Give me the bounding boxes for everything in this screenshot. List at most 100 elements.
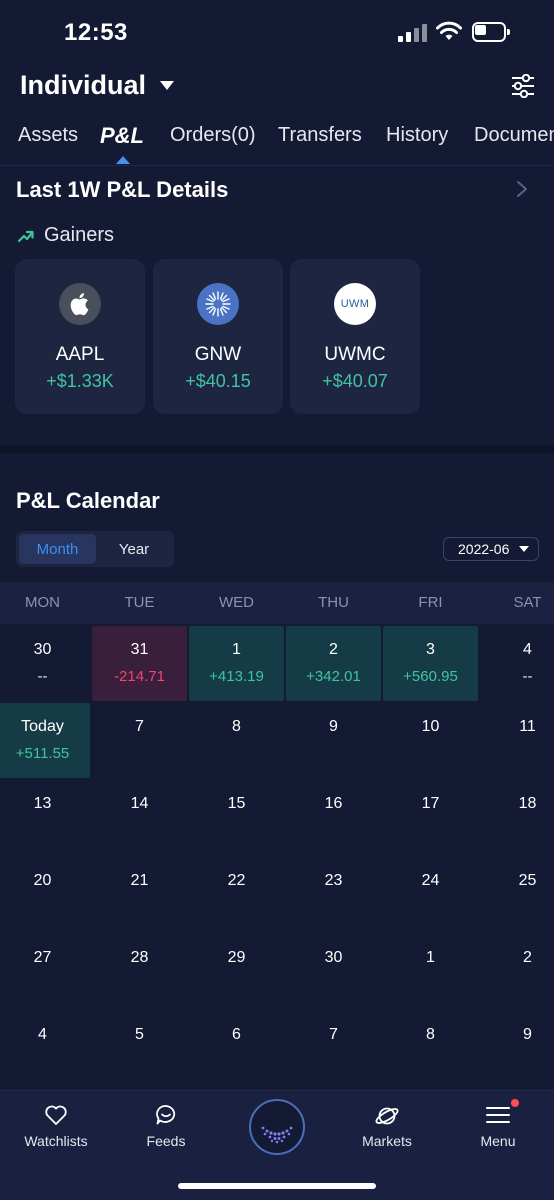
- tab-divider: [0, 165, 554, 166]
- gainer-card-gnw[interactable]: GNW +$40.15: [153, 259, 283, 414]
- gainer-card-uwmc[interactable]: UWM UWMC +$40.07: [290, 259, 420, 414]
- notification-dot: [511, 1099, 519, 1107]
- nav-menu[interactable]: Menu: [468, 1091, 528, 1161]
- calendar-day-number: 9: [523, 1026, 532, 1043]
- gainer-card-aapl[interactable]: AAPL +$1.33K: [15, 259, 145, 414]
- caret-down-icon: [160, 81, 175, 90]
- gainer-ticker: GNW: [194, 344, 242, 365]
- calendar-day-number: Today: [21, 718, 64, 735]
- tab-orders[interactable]: Orders(0): [170, 124, 256, 147]
- calendar-day-cell[interactable]: 2: [480, 934, 554, 1009]
- calendar-day-cell[interactable]: 30 --: [0, 626, 90, 701]
- calendar-day-cell[interactable]: 5: [92, 1011, 187, 1086]
- calendar-day-number: 21: [130, 872, 149, 889]
- weekday-header-row: MON TUE WED THU FRI SAT: [0, 582, 554, 624]
- account-selector[interactable]: Individual: [20, 70, 175, 101]
- calendar-day-cell[interactable]: 7: [286, 1011, 381, 1086]
- calendar-day-number: 4: [523, 641, 532, 658]
- calendar-day-cell[interactable]: 11: [480, 703, 554, 778]
- gainer-ticker: UWMC: [324, 344, 386, 365]
- calendar-day-cell[interactable]: 1 +413.19: [189, 626, 284, 701]
- home-orb-icon[interactable]: [249, 1099, 305, 1155]
- year-view-button[interactable]: Year: [96, 534, 172, 564]
- calendar-day-pnl: --: [37, 668, 48, 685]
- calendar-day-cell[interactable]: 8: [383, 1011, 478, 1086]
- home-indicator: [178, 1183, 376, 1189]
- calendar-day-cell[interactable]: 9: [480, 1011, 554, 1086]
- calendar-day-cell[interactable]: 9: [286, 703, 381, 778]
- weekday-label: THU: [318, 594, 349, 611]
- calendar-day-cell[interactable]: 8: [189, 703, 284, 778]
- month-view-button[interactable]: Month: [19, 534, 96, 564]
- calendar-day-cell[interactable]: 7: [92, 703, 187, 778]
- calendar-day-number: 16: [324, 795, 343, 812]
- tab-documents[interactable]: Documents: [474, 124, 554, 147]
- calendar-day-cell[interactable]: 10: [383, 703, 478, 778]
- nav-watchlists[interactable]: Watchlists: [15, 1091, 97, 1161]
- calendar-day-number: 7: [329, 1026, 338, 1043]
- calendar-day-cell[interactable]: 24: [383, 857, 478, 932]
- calendar-day-number: 28: [130, 949, 149, 966]
- tab-pnl[interactable]: P&L: [100, 124, 144, 149]
- calendar-day-cell[interactable]: 13: [0, 780, 90, 855]
- calendar-day-number: 17: [421, 795, 440, 812]
- calendar-day-number: 30: [33, 641, 52, 658]
- calendar-day-cell[interactable]: 18: [480, 780, 554, 855]
- calendar-day-number: 13: [33, 795, 52, 812]
- gainer-pnl: +$40.07: [322, 371, 388, 391]
- calendar-day-cell[interactable]: 2 +342.01: [286, 626, 381, 701]
- calendar-day-cell[interactable]: 28: [92, 934, 187, 1009]
- calendar-day-cell[interactable]: 6: [189, 1011, 284, 1086]
- calendar-day-cell[interactable]: 20: [0, 857, 90, 932]
- account-name: Individual: [20, 70, 147, 100]
- calendar-day-cell[interactable]: 29: [189, 934, 284, 1009]
- calendar-day-cell[interactable]: 31 -214.71: [92, 626, 187, 701]
- calendar-day-number: 8: [232, 718, 241, 735]
- pnl-details-title[interactable]: Last 1W P&L Details: [16, 177, 228, 203]
- calendar-day-cell[interactable]: 1: [383, 934, 478, 1009]
- calendar-day-cell[interactable]: 17: [383, 780, 478, 855]
- calendar-day-cell[interactable]: 21: [92, 857, 187, 932]
- calendar-day-cell[interactable]: 25: [480, 857, 554, 932]
- calendar-day-pnl: +560.95: [403, 668, 458, 685]
- calendar-day-number: 18: [518, 795, 537, 812]
- calendar-day-number: 3: [426, 641, 435, 658]
- active-tab-indicator: [116, 156, 130, 164]
- weekday-label: MON: [25, 594, 60, 611]
- calendar-day-cell[interactable]: 30: [286, 934, 381, 1009]
- calendar-day-cell[interactable]: 16: [286, 780, 381, 855]
- nav-label: Feeds: [146, 1133, 186, 1149]
- calendar-day-number: 5: [135, 1026, 144, 1043]
- nav-markets[interactable]: Markets: [352, 1091, 422, 1161]
- filter-sliders-icon[interactable]: [510, 74, 536, 98]
- genworth-logo-icon: [197, 283, 239, 325]
- calendar-day-number: 1: [426, 949, 435, 966]
- nav-feeds[interactable]: Feeds: [130, 1091, 202, 1161]
- planet-icon: [375, 1107, 399, 1125]
- calendar-day-number: 31: [130, 641, 149, 658]
- tab-assets[interactable]: Assets: [18, 124, 78, 147]
- calendar-day-number: 14: [130, 795, 149, 812]
- calendar-day-cell[interactable]: 3 +560.95: [383, 626, 478, 701]
- calendar-day-cell[interactable]: 4: [0, 1011, 90, 1086]
- calendar-day-cell[interactable]: 4 --: [480, 626, 554, 701]
- calendar-day-cell[interactable]: 15: [189, 780, 284, 855]
- calendar-day-cell[interactable]: 22: [189, 857, 284, 932]
- tab-history[interactable]: History: [386, 124, 448, 147]
- pnl-calendar-title: P&L Calendar: [16, 488, 160, 513]
- gainer-pnl: +$40.15: [185, 371, 251, 391]
- tab-transfers[interactable]: Transfers: [278, 124, 362, 147]
- month-select[interactable]: 2022-06: [443, 537, 539, 561]
- calendar-day-cell[interactable]: 27: [0, 934, 90, 1009]
- calendar-day-number: 15: [227, 795, 246, 812]
- calendar-day-number: 1: [232, 641, 241, 658]
- trend-up-icon: [18, 230, 34, 242]
- chevron-right-icon[interactable]: [516, 180, 528, 198]
- calendar-day-number: 24: [421, 872, 440, 889]
- heart-icon: [45, 1105, 67, 1125]
- calendar-day-number: 25: [518, 872, 537, 889]
- calendar-day-number: 23: [324, 872, 343, 889]
- calendar-day-cell[interactable]: Today +511.55: [0, 703, 90, 778]
- calendar-day-cell[interactable]: 14: [92, 780, 187, 855]
- calendar-day-cell[interactable]: 23: [286, 857, 381, 932]
